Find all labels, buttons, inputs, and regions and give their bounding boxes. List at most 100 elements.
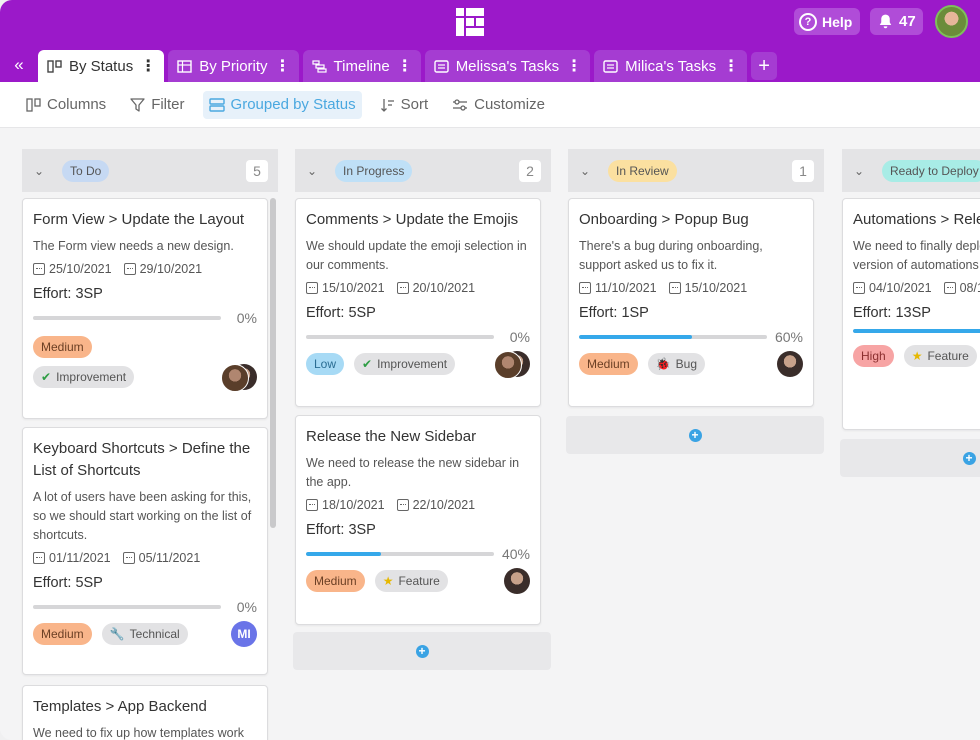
- chevron-down-icon[interactable]: ⌄: [34, 164, 46, 178]
- star-icon: ★: [382, 574, 394, 588]
- columns-button[interactable]: Columns: [20, 91, 112, 119]
- card-effort: Effort: 5SP: [306, 305, 376, 321]
- priority-tag[interactable]: Medium: [33, 336, 92, 358]
- progress-fill: [853, 329, 980, 333]
- card-description: A lot of users have been asking for this…: [33, 490, 252, 542]
- card-tags: ✔ Improvement: [33, 364, 257, 392]
- start-date: 25/10/2021: [49, 262, 112, 276]
- list-icon: [603, 59, 618, 73]
- column-header: ⌄ In Progress 2: [295, 149, 551, 192]
- tab-label: Melissa's Tasks: [455, 57, 560, 75]
- add-card-button[interactable]: +: [840, 439, 980, 477]
- card-description: The Form view needs a new design.: [33, 239, 234, 253]
- column-to-do: ⌄ To Do 5: [22, 149, 278, 192]
- card-title: Templates > App Backend: [33, 698, 207, 715]
- end-date: 08/10/2021: [959, 281, 980, 295]
- assignee-avatar[interactable]: MI: [231, 621, 257, 647]
- sort-button[interactable]: Sort: [374, 91, 435, 119]
- column-in-review: ⌄ In Review 1: [568, 149, 824, 192]
- tab-label: Timeline: [333, 57, 390, 75]
- column-scrollbar[interactable]: [270, 198, 276, 528]
- help-button[interactable]: ? Help: [794, 8, 861, 35]
- add-card-button[interactable]: +: [293, 632, 551, 670]
- user-avatar[interactable]: [935, 5, 968, 38]
- progress-fill: [306, 552, 382, 556]
- view-tabs: « By Status ⋮ By Priority ⋮ Timeline ⋮ M…: [0, 48, 980, 82]
- assignee-avatars[interactable]: [494, 351, 530, 379]
- progress-label: 0%: [236, 310, 257, 326]
- tab-menu-icon[interactable]: ⋮: [566, 56, 582, 76]
- tab-menu-icon[interactable]: ⋮: [397, 56, 413, 76]
- tab-by-priority[interactable]: By Priority ⋮: [168, 50, 299, 82]
- task-card[interactable]: Comments > Update the Emojis We should u…: [295, 198, 541, 407]
- board-icon: [47, 59, 62, 73]
- card-effort: Effort: 3SP: [306, 522, 376, 538]
- card-effort: Effort: 1SP: [579, 305, 649, 321]
- task-card[interactable]: Automations > Release Version We need to…: [842, 198, 980, 430]
- filter-button[interactable]: Filter: [124, 91, 190, 119]
- priority-tag[interactable]: Medium: [33, 623, 92, 645]
- tab-menu-icon[interactable]: ⋮: [723, 56, 739, 76]
- customize-button[interactable]: Customize: [446, 91, 551, 119]
- end-date: 22/10/2021: [412, 498, 476, 512]
- priority-tag[interactable]: Low: [306, 353, 345, 375]
- calendar-icon: [579, 282, 591, 294]
- filter-label: Filter: [151, 96, 185, 113]
- calendar-icon: [33, 263, 45, 275]
- tab-menu-icon[interactable]: ⋮: [275, 56, 291, 76]
- table-icon: [177, 59, 192, 73]
- type-tag[interactable]: 🔧 Technical: [101, 623, 188, 645]
- assignee-avatar[interactable]: [777, 351, 803, 377]
- tab-milicas-tasks[interactable]: Milica's Tasks ⋮: [594, 50, 748, 82]
- card-dates: 04/10/2021 08/10/2021: [853, 281, 980, 295]
- type-label: Feature: [927, 349, 969, 363]
- progress-bar: [33, 605, 221, 609]
- task-card[interactable]: Release the New Sidebar We need to relea…: [295, 415, 541, 625]
- assignee-avatar[interactable]: [504, 568, 530, 594]
- assignee-avatars[interactable]: [221, 364, 257, 392]
- chevron-down-icon[interactable]: ⌄: [307, 164, 319, 178]
- type-label: Bug: [675, 357, 697, 371]
- chevron-down-icon[interactable]: ⌄: [580, 164, 592, 178]
- tab-label: By Priority: [199, 57, 268, 75]
- add-card-button[interactable]: +: [566, 416, 824, 454]
- task-card[interactable]: Onboarding > Popup Bug There's a bug dur…: [568, 198, 814, 407]
- task-card[interactable]: Form View > Update the Layout The Form v…: [22, 198, 268, 419]
- status-label: Ready to Deploy: [882, 159, 980, 182]
- priority-tag[interactable]: Medium: [579, 353, 638, 375]
- tab-melissas-tasks[interactable]: Melissa's Tasks ⋮: [424, 50, 591, 82]
- collapse-sidebar-icon[interactable]: «: [0, 48, 38, 82]
- group-by-button[interactable]: Grouped by Status: [202, 90, 362, 119]
- end-date: 20/10/2021: [412, 281, 476, 295]
- columns-label: Columns: [47, 96, 107, 113]
- app-window: ? Help 47 « By Status ⋮ By Priority ⋮ Ti…: [0, 0, 980, 740]
- app-logo-icon[interactable]: [456, 8, 484, 36]
- card-count: 2: [519, 159, 541, 182]
- card-tags: High ★ Feature: [853, 345, 980, 367]
- type-tag[interactable]: ✔ Improvement: [354, 353, 456, 375]
- plus-icon: +: [688, 428, 702, 442]
- chevron-down-icon[interactable]: ⌄: [854, 164, 866, 178]
- card-tags: Medium: [33, 336, 257, 358]
- type-tag[interactable]: ★ Feature: [374, 570, 448, 592]
- priority-tag[interactable]: Medium: [306, 570, 365, 592]
- add-tab-button[interactable]: +: [751, 52, 778, 80]
- type-tag[interactable]: ★ Feature: [903, 345, 977, 367]
- start-date: 11/10/2021: [595, 281, 657, 295]
- tab-by-status[interactable]: By Status ⋮: [38, 50, 165, 82]
- type-tag[interactable]: ✔ Improvement: [33, 366, 135, 388]
- timeline-icon: [311, 59, 327, 73]
- start-date: 18/10/2021: [322, 498, 385, 512]
- task-card[interactable]: Templates > App Backend We need to fix u…: [22, 685, 268, 740]
- task-card[interactable]: Keyboard Shortcuts > Define the List of …: [22, 427, 268, 675]
- priority-tag[interactable]: High: [853, 345, 894, 367]
- tab-timeline[interactable]: Timeline ⋮: [302, 50, 421, 82]
- card-count: 1: [792, 159, 814, 182]
- tab-menu-icon[interactable]: ⋮: [140, 56, 156, 76]
- notifications-button[interactable]: 47: [870, 8, 923, 35]
- calendar-icon: [123, 263, 136, 275]
- type-tag[interactable]: 🐞 Bug: [647, 353, 705, 375]
- column-in-progress: ⌄ In Progress 2: [295, 149, 551, 192]
- card-dates: 25/10/2021 29/10/2021: [33, 262, 257, 276]
- top-bar: ? Help 47 « By Status ⋮ By Priority ⋮ Ti…: [0, 0, 980, 82]
